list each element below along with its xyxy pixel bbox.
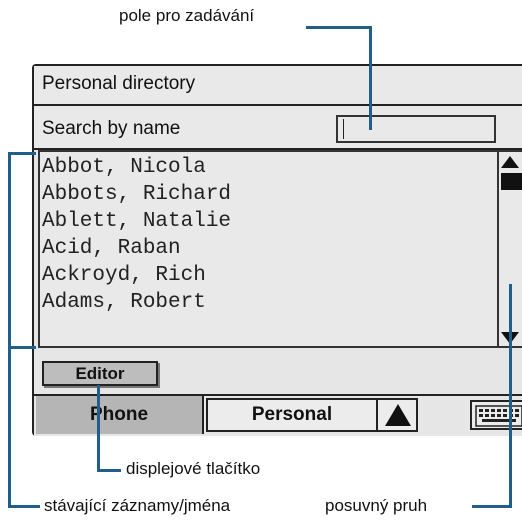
callout-display-button: displejové tlačítko <box>126 459 261 478</box>
screen-title: Personal directory <box>42 73 196 94</box>
keyboard-button[interactable] <box>470 400 522 430</box>
keyboard-icon <box>475 405 522 427</box>
scroll-up-icon[interactable] <box>501 156 519 168</box>
leader-line-input-vertical <box>369 26 372 130</box>
editor-button[interactable]: Editor <box>42 361 158 386</box>
list-item[interactable]: Ackroyd, Rich <box>42 264 206 287</box>
leader-line-button-vertical <box>97 385 100 472</box>
search-label: Search by name <box>42 118 181 139</box>
leader-line-entries-bottom <box>8 346 36 349</box>
text-cursor <box>343 119 344 139</box>
callout-existing-entries: stávající záznamy/jména <box>44 496 231 515</box>
list-item[interactable]: Abbot, Nicola <box>42 156 206 179</box>
tab-phone[interactable]: Phone <box>36 396 204 434</box>
leader-line-scrollbar-end <box>472 505 512 508</box>
leader-line-input <box>306 26 372 29</box>
list-item[interactable]: Ablett, Natalie <box>42 210 231 233</box>
search-input[interactable] <box>336 115 496 143</box>
leader-line-entries-top <box>8 152 36 155</box>
leader-line-scrollbar-vertical <box>509 284 512 508</box>
leader-line-entries-vertical <box>8 152 11 508</box>
tab-personal[interactable]: Personal <box>206 398 378 432</box>
list-item[interactable]: Acid, Raban <box>42 237 181 260</box>
callout-scrollbar: posuvný pruh <box>325 496 428 515</box>
leader-line-button-end <box>97 469 121 472</box>
list-item[interactable]: Adams, Robert <box>42 291 206 314</box>
scroll-thumb[interactable] <box>501 173 522 190</box>
list-item[interactable]: Abbots, Richard <box>42 183 231 206</box>
callout-input-field: pole pro zadávání <box>119 6 255 25</box>
triangle-up-icon <box>385 404 411 426</box>
leader-line-entries-end <box>8 505 40 508</box>
